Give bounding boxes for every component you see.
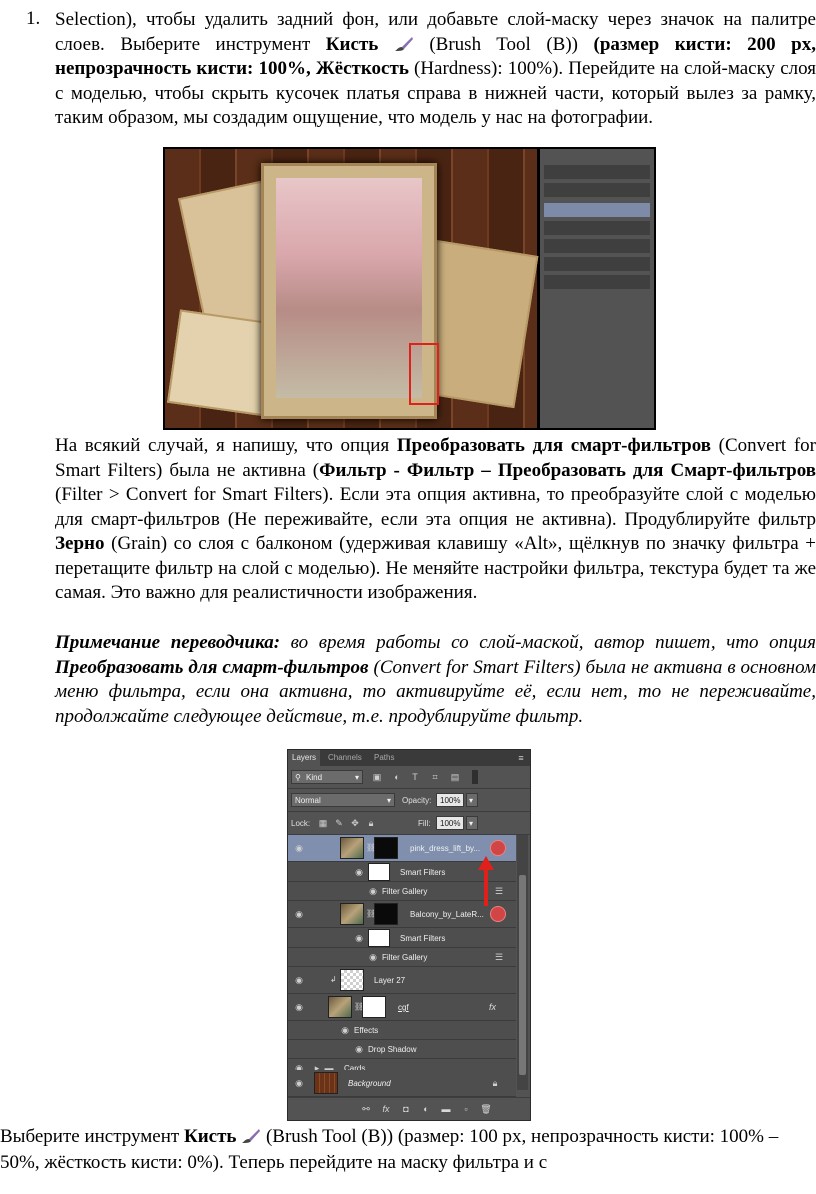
new-group-icon[interactable]: ▬ xyxy=(440,1103,452,1115)
smart-filters-row[interactable]: ◉ Smart Filters xyxy=(288,928,516,948)
link-icon[interactable]: ⛓ xyxy=(354,1002,364,1011)
brush-icon xyxy=(242,1129,261,1143)
eye-icon[interactable]: ◉ xyxy=(294,843,304,853)
layers-panel: Layers Channels Paths ≡ ⚲ Kind ▾ ▣ ◐ T ⌗… xyxy=(287,749,531,1121)
eye-icon[interactable]: ◉ xyxy=(368,952,378,962)
chevron-down-icon: ▾ xyxy=(386,796,391,805)
clip-arrow-icon: ↲ xyxy=(330,975,337,984)
blend-mode-select[interactable]: Normal ▾ xyxy=(291,793,395,807)
layer-thumbnail xyxy=(340,969,364,991)
filter-bar: ⚲ Kind ▾ ▣ ◐ T ⌗ ▤ xyxy=(288,766,530,789)
layer-mask-thumbnail[interactable] xyxy=(374,837,398,859)
lock-transparent-icon[interactable]: ▦ xyxy=(318,818,328,828)
trash-icon[interactable]: 🗑︎ xyxy=(480,1103,492,1115)
smart-object-filter-icon[interactable]: ▤ xyxy=(450,772,460,782)
step1-paragraph: Selection), чтобы удалить задний фон, ил… xyxy=(55,9,816,128)
chevron-down-icon: ▾ xyxy=(354,773,359,782)
filter-toggle[interactable] xyxy=(472,770,478,784)
tab-channels[interactable]: Channels xyxy=(324,750,366,766)
filter-options-icon[interactable]: ☰ xyxy=(494,952,504,962)
search-icon: ⚲ xyxy=(295,773,301,782)
opacity-input[interactable]: 100% xyxy=(436,793,464,807)
model-photo xyxy=(276,178,422,398)
shape-filter-icon[interactable]: ⌗ xyxy=(430,772,440,782)
highlight-box xyxy=(409,343,439,405)
list-number: 1. xyxy=(26,8,41,29)
kind-select[interactable]: ⚲ Kind ▾ xyxy=(291,770,363,784)
eye-icon[interactable]: ◉ xyxy=(354,867,364,877)
red-arrow-annotation xyxy=(478,856,494,906)
lock-all-icon[interactable]: 🔒︎ xyxy=(366,818,376,828)
type-filter-icon[interactable]: T xyxy=(410,772,420,782)
layer-thumbnail xyxy=(328,996,352,1018)
panel-tabs: Layers Channels Paths ≡ xyxy=(288,750,530,766)
filter-mask-thumbnail[interactable] xyxy=(368,863,390,881)
new-layer-icon[interactable]: ▫ xyxy=(460,1103,472,1115)
translator-note: Примечание переводчика: во время работы … xyxy=(55,632,816,727)
filter-mask-thumbnail[interactable] xyxy=(368,929,390,947)
link-icon[interactable]: ⛓ xyxy=(366,909,376,918)
bottom-paragraph: Выберите инструмент Кисть (Brush Tool (B… xyxy=(0,1126,779,1173)
layer-mask-thumbnail[interactable] xyxy=(374,903,398,925)
panel-menu-icon[interactable]: ≡ xyxy=(516,753,526,763)
lock-move-icon[interactable]: ✥ xyxy=(350,818,360,828)
layer-row-background[interactable]: ◉ Background 🔒︎ xyxy=(288,1070,516,1097)
fx-icon[interactable]: fx xyxy=(380,1103,392,1115)
tab-layers[interactable]: Layers xyxy=(288,750,321,766)
scrollbar[interactable] xyxy=(517,835,528,1090)
filter-gallery-row[interactable]: ◉ Filter Gallery ☰ xyxy=(288,948,516,967)
pixel-filter-icon[interactable]: ▣ xyxy=(372,772,382,782)
add-mask-icon[interactable]: ◘ xyxy=(400,1103,412,1115)
eye-icon[interactable]: ◉ xyxy=(294,1002,304,1012)
layer-thumbnail xyxy=(314,1072,338,1094)
effects-row[interactable]: ◉ Effects xyxy=(288,1021,516,1040)
layer-mask-thumbnail[interactable] xyxy=(362,996,386,1018)
fx-icon[interactable]: fx xyxy=(489,1002,496,1012)
smart-object-badge-icon xyxy=(490,906,506,922)
blend-bar: Normal ▾ Opacity: 100% ▾ xyxy=(288,789,530,812)
panel-footer: ⚯ fx ◘ ◐ ▬ ▫ 🗑︎ xyxy=(288,1097,530,1120)
eye-icon[interactable]: ◉ xyxy=(354,1044,364,1054)
layer-row-27[interactable]: ◉ ↲ Layer 27 xyxy=(288,967,516,994)
fill-dropdown-icon[interactable]: ▾ xyxy=(466,816,478,830)
brush-icon xyxy=(394,36,413,51)
layer-thumbnail xyxy=(340,903,364,925)
fill-input[interactable]: 100% xyxy=(436,816,464,830)
layer-thumbnail xyxy=(340,837,364,859)
layer-row-cgf[interactable]: ◉ ⛓ cgf fx xyxy=(288,994,516,1021)
mini-layers-panel xyxy=(540,149,654,428)
tab-paths[interactable]: Paths xyxy=(370,750,398,766)
eye-icon[interactable]: ◉ xyxy=(294,1078,304,1088)
step2-paragraph: На всякий случай, я напишу, что опция Пр… xyxy=(55,435,816,603)
link-icon[interactable]: ⛓ xyxy=(366,843,376,852)
adjustment-layer-icon[interactable]: ◐ xyxy=(420,1103,432,1115)
opacity-dropdown-icon[interactable]: ▾ xyxy=(466,793,478,807)
lock-bar: Lock: ▦ ✎ ✥ 🔒︎ Fill: 100% ▾ xyxy=(288,812,530,835)
link-layers-icon[interactable]: ⚯ xyxy=(360,1103,372,1115)
eye-icon[interactable]: ◉ xyxy=(340,1025,350,1035)
eye-icon[interactable]: ◉ xyxy=(294,909,304,919)
adjustment-filter-icon[interactable]: ◐ xyxy=(392,772,402,782)
eye-icon[interactable]: ◉ xyxy=(354,933,364,943)
eye-icon[interactable]: ◉ xyxy=(368,886,378,896)
lock-paint-icon[interactable]: ✎ xyxy=(334,818,344,828)
lock-icon: 🔒︎ xyxy=(492,1078,498,1088)
drop-shadow-row[interactable]: ◉ Drop Shadow xyxy=(288,1040,516,1059)
collage-screenshot xyxy=(163,147,656,430)
eye-icon[interactable]: ◉ xyxy=(294,975,304,985)
